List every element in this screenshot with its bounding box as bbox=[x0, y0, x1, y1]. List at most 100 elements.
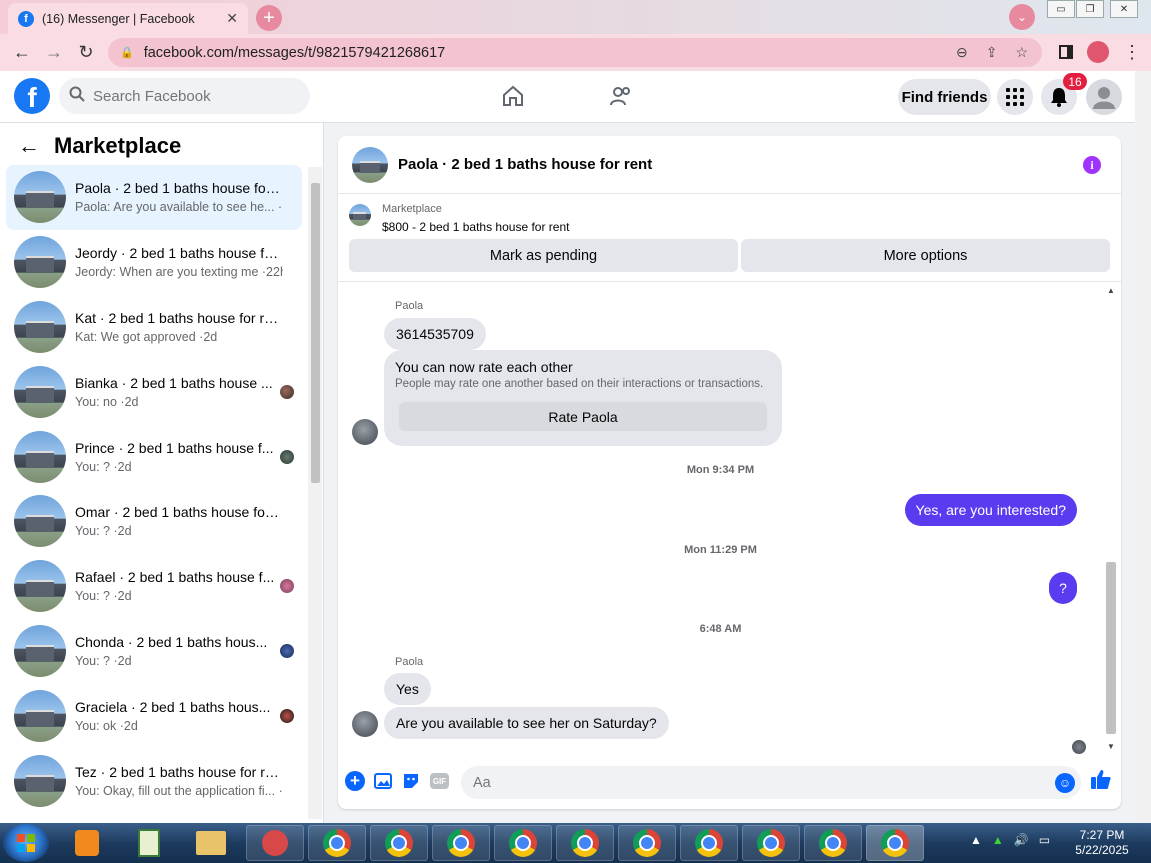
scroll-up-arrow-icon[interactable]: ▲ bbox=[1107, 286, 1115, 295]
conversation-item[interactable]: Paola · 2 bed 1 baths house for ... Paol… bbox=[6, 165, 302, 230]
chat-title[interactable]: Paola · 2 bed 1 baths house for rent bbox=[398, 156, 652, 173]
sticker-icon[interactable] bbox=[401, 771, 421, 791]
mark-as-pending-button[interactable]: Mark as pending bbox=[349, 239, 738, 272]
outgoing-message[interactable]: Yes, are you interested? bbox=[904, 494, 1077, 526]
notepad-icon[interactable] bbox=[120, 825, 178, 861]
listing-thumbnail bbox=[14, 236, 66, 289]
conversation-preview: You: ok ·2d bbox=[75, 718, 138, 733]
scrollbar-thumb[interactable] bbox=[311, 183, 320, 483]
conversation-item[interactable]: Prince · 2 bed 1 baths house f... You: ?… bbox=[6, 424, 302, 489]
conversation-item[interactable]: Rafael · 2 bed 1 baths house f... You: ?… bbox=[6, 554, 302, 619]
conversation-item[interactable]: Omar · 2 bed 1 baths house for ... You: … bbox=[6, 489, 302, 554]
friends-icon[interactable] bbox=[608, 83, 634, 109]
url-field[interactable]: 🔒 facebook.com/messages/t/98215794212686… bbox=[108, 38, 1042, 67]
windows-taskbar: ▲ ▲ 🔊 ▭ 7:27 PM 5/22/2025 bbox=[0, 823, 1151, 863]
page-scrollbar[interactable] bbox=[1135, 71, 1151, 823]
info-icon[interactable]: i bbox=[1083, 156, 1101, 174]
browser-menu-icon[interactable]: ⋮ bbox=[1123, 42, 1141, 63]
listing-thumbnail bbox=[14, 365, 66, 418]
listing-price[interactable]: $800 - 2 bed 1 baths house for rent bbox=[382, 220, 569, 234]
search-input[interactable] bbox=[93, 87, 293, 105]
chrome-window-icon[interactable] bbox=[556, 825, 614, 861]
facebook-logo-icon[interactable]: f bbox=[14, 78, 50, 114]
chrome-window-icon[interactable] bbox=[866, 825, 924, 861]
conversation-list: Paola · 2 bed 1 baths house for ... Paol… bbox=[6, 165, 302, 813]
start-button[interactable] bbox=[3, 824, 49, 862]
chrome-window-icon[interactable] bbox=[370, 825, 428, 861]
chrome-window-icon[interactable] bbox=[742, 825, 800, 861]
new-tab-button[interactable]: + bbox=[256, 5, 282, 31]
back-arrow-icon[interactable]: ← bbox=[18, 133, 40, 159]
timestamp: 6:48 AM bbox=[699, 623, 742, 635]
lock-icon: 🔒 bbox=[120, 47, 134, 59]
sender-avatar[interactable] bbox=[352, 419, 378, 445]
facebook-search[interactable] bbox=[59, 78, 310, 114]
network-icon[interactable]: ▭ bbox=[1039, 833, 1050, 847]
message-input[interactable] bbox=[473, 774, 1033, 791]
conversation-list-scrollbar[interactable] bbox=[308, 167, 322, 819]
emoji-icon[interactable]: ☺ bbox=[1055, 772, 1075, 793]
chrome-window-icon[interactable] bbox=[804, 825, 862, 861]
conversation-item[interactable]: Tez · 2 bed 1 baths house for rent You: … bbox=[6, 748, 302, 813]
photo-icon[interactable] bbox=[373, 771, 393, 791]
forward-arrow-icon[interactable]: → bbox=[38, 42, 70, 63]
scroll-down-arrow-icon[interactable]: ▼ bbox=[1107, 742, 1115, 751]
account-avatar[interactable] bbox=[1086, 79, 1122, 115]
minimize-button[interactable]: ▭ bbox=[1047, 0, 1075, 18]
outgoing-message[interactable]: ? bbox=[1049, 572, 1077, 604]
zoom-icon[interactable]: ⊖ bbox=[956, 44, 968, 61]
conversation-item[interactable]: Graciela · 2 bed 1 baths hous... You: ok… bbox=[6, 683, 302, 748]
read-receipt-avatar bbox=[280, 708, 294, 723]
conversation-item[interactable]: Kat · 2 bed 1 baths house for rent Kat: … bbox=[6, 295, 302, 360]
clock-date: 5/22/2025 bbox=[1075, 843, 1129, 857]
file-explorer-icon[interactable] bbox=[182, 825, 240, 861]
restore-button[interactable]: ❐ bbox=[1076, 0, 1104, 18]
home-icon[interactable] bbox=[500, 83, 526, 109]
tray-expand-icon[interactable]: ▲ bbox=[970, 833, 982, 847]
thread-scrollbar[interactable]: ▲ ▼ bbox=[1103, 282, 1119, 756]
gif-icon[interactable]: GIF bbox=[430, 773, 449, 789]
bookmark-star-icon[interactable]: ☆ bbox=[1015, 44, 1028, 61]
find-friends-button[interactable]: Find friends bbox=[898, 79, 991, 115]
thumbs-up-icon[interactable] bbox=[1090, 768, 1112, 796]
snipping-tool-icon[interactable] bbox=[246, 825, 304, 861]
tab-search-icon[interactable]: ⌄ bbox=[1009, 4, 1035, 30]
chrome-window-icon[interactable] bbox=[432, 825, 490, 861]
chrome-window-icon[interactable] bbox=[618, 825, 676, 861]
share-icon[interactable]: ⇪ bbox=[986, 44, 998, 61]
browser-tab[interactable]: f (16) Messenger | Facebook ✕ bbox=[8, 3, 248, 34]
conversation-preview: You: Okay, fill out the application fi..… bbox=[75, 783, 283, 798]
conversation-item[interactable]: Jeordy · 2 bed 1 baths house fo... Jeord… bbox=[6, 230, 302, 295]
tray-app-icon[interactable]: ▲ bbox=[992, 833, 1004, 847]
incoming-message[interactable]: 3614535709 bbox=[384, 318, 486, 350]
listing-thumbnail[interactable] bbox=[352, 146, 388, 183]
taskbar-clock[interactable]: 7:27 PM 5/22/2025 bbox=[1068, 828, 1136, 858]
sender-avatar[interactable] bbox=[352, 711, 378, 737]
chrome-window-icon[interactable] bbox=[494, 825, 552, 861]
side-panel-icon[interactable] bbox=[1059, 45, 1073, 59]
listing-thumbnail bbox=[14, 754, 66, 807]
rate-paola-button[interactable]: Rate Paola bbox=[399, 402, 767, 431]
sender-name: Paola bbox=[395, 300, 424, 312]
close-tab-icon[interactable]: ✕ bbox=[226, 10, 238, 27]
incoming-message[interactable]: Yes bbox=[384, 673, 431, 705]
chrome-window-icon[interactable] bbox=[680, 825, 738, 861]
message-input-box[interactable]: ☺ bbox=[461, 766, 1081, 799]
system-tray: ▲ ▲ 🔊 ▭ bbox=[970, 833, 1050, 847]
profile-avatar[interactable] bbox=[1087, 41, 1109, 63]
chrome-window-icon[interactable] bbox=[308, 825, 366, 861]
url-text: facebook.com/messages/t/9821579421268617 bbox=[143, 44, 446, 61]
reload-icon[interactable]: ↻ bbox=[70, 42, 102, 63]
media-player-icon[interactable] bbox=[58, 825, 116, 861]
conversation-item[interactable]: Chonda · 2 bed 1 baths hous... You: ? ·2… bbox=[6, 619, 302, 684]
conversation-item[interactable]: Bianka · 2 bed 1 baths house ... You: no… bbox=[6, 359, 302, 424]
more-options-button[interactable]: More options bbox=[741, 239, 1110, 272]
menu-grid-icon[interactable] bbox=[997, 79, 1033, 115]
volume-icon[interactable]: 🔊 bbox=[1014, 833, 1029, 847]
incoming-message[interactable]: Are you available to see her on Saturday… bbox=[384, 707, 669, 739]
add-icon[interactable]: + bbox=[345, 771, 365, 791]
back-arrow-icon[interactable]: ← bbox=[6, 42, 38, 63]
listing-thumbnail[interactable] bbox=[349, 204, 371, 226]
close-window-button[interactable]: ✕ bbox=[1110, 0, 1138, 18]
scrollbar-thumb[interactable] bbox=[1106, 562, 1116, 734]
